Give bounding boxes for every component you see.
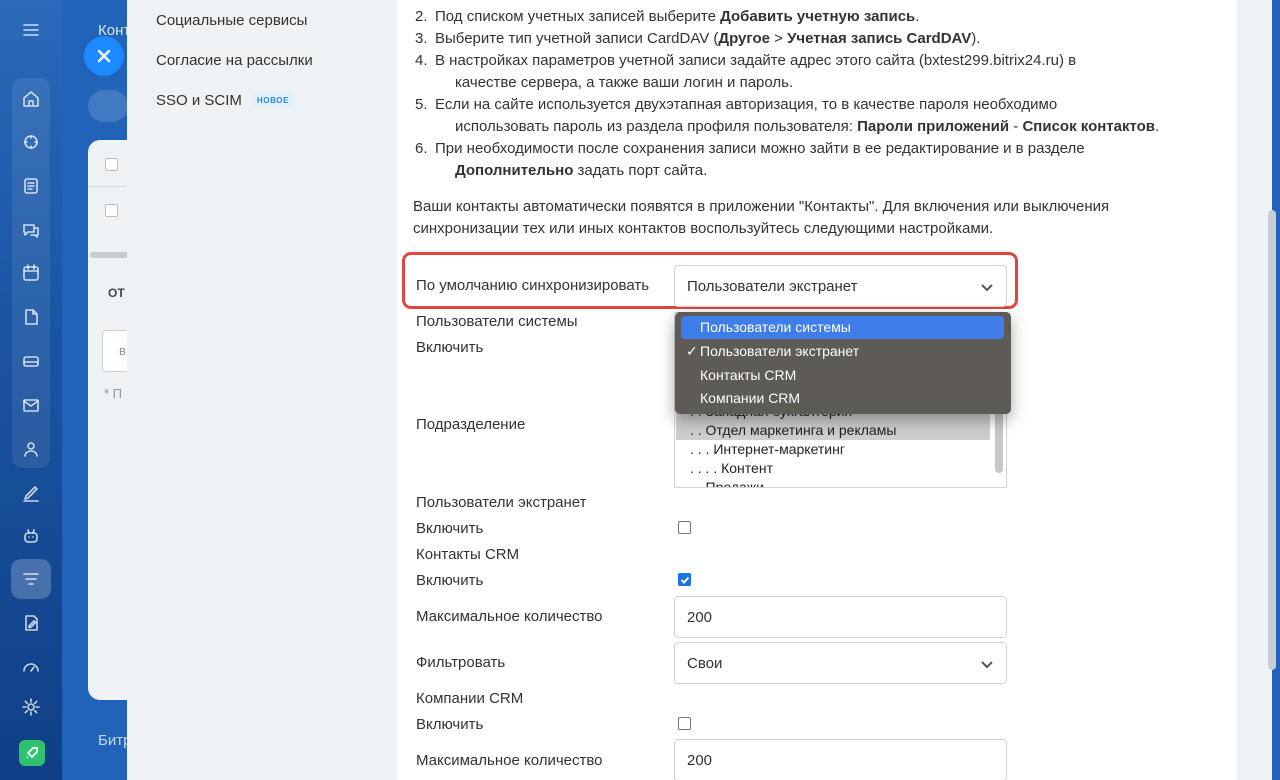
default-sync-value: Пользователи экстранет [687, 278, 858, 295]
crm-contacts-enable-checkbox[interactable] [678, 573, 691, 586]
drive-icon[interactable] [19, 349, 43, 373]
sign-icon[interactable] [19, 481, 43, 505]
crm-companies-enable-label: Включить [416, 716, 484, 733]
crm-contacts-max-label: Максимальное количество [416, 608, 603, 625]
crm-companies-max-value: 200 [687, 752, 713, 769]
mail-icon[interactable] [19, 393, 43, 417]
extranet-enable-label: Включить [416, 520, 484, 537]
home-icon[interactable] [19, 87, 43, 111]
department-option[interactable]: . . Отдел маркетинга и рекламы [676, 421, 990, 440]
crm-contacts-max-value: 200 [687, 609, 713, 626]
instruction-step-5: 5. Если на сайте используется двухэтапная… [415, 96, 1058, 113]
dropdown-option-crm-contacts[interactable]: Контакты CRM [681, 364, 1004, 387]
close-icon [97, 49, 111, 63]
instruction-step-2: 2. Под списком учетных записей выберите Д… [415, 8, 920, 25]
dropdown-option-extranet-users[interactable]: ✓ Пользователи экстранет [681, 340, 1004, 363]
instruction-step-4: 4. В настройках параметров учетной записи… [415, 52, 1077, 69]
background-checkbox [105, 158, 118, 171]
settings-sidebar: Социальные сервисы Согласие на рассылки … [127, 0, 397, 780]
crm-contacts-filter-value: Свои [687, 655, 723, 672]
sidebar-item-sso-scim[interactable]: SSO и SCIM НОВОЕ [156, 92, 297, 109]
background-input-placeholder: в [119, 343, 126, 358]
chevron-down-icon [980, 657, 994, 671]
department-option[interactable]: . . . Интернет-маркетинг [676, 440, 990, 459]
filter-icon[interactable] [19, 567, 43, 591]
dropdown-option-system-users[interactable]: Пользователи системы [681, 316, 1004, 339]
chat-icon[interactable] [19, 218, 43, 242]
sidebar-item-social-services[interactable]: Социальные сервисы [156, 12, 307, 29]
background-note: * П [104, 386, 123, 401]
settings-icon[interactable] [19, 695, 43, 719]
crm-contacts-filter-select[interactable]: Свои [674, 642, 1007, 684]
feed-icon[interactable] [19, 130, 43, 154]
edit-doc-icon[interactable] [19, 611, 43, 635]
page-scrollbar[interactable] [1268, 210, 1276, 670]
extranet-enable-checkbox[interactable] [678, 521, 691, 534]
crm-contacts-heading: Контакты CRM [416, 546, 520, 563]
default-sync-select[interactable]: Пользователи экстранет [674, 265, 1007, 307]
check-icon: ✓ [686, 343, 698, 359]
new-badge: НОВОЕ [249, 93, 297, 108]
instruction-step-4-cont: качестве сервера, а также ваши логин и п… [455, 74, 794, 91]
app-rail [0, 0, 62, 780]
menu-icon[interactable] [19, 18, 43, 42]
contacts-icon[interactable] [19, 437, 43, 461]
extranet-heading: Пользователи экстранет [416, 494, 587, 511]
copilot-icon[interactable] [19, 524, 43, 548]
tasks-icon[interactable] [19, 174, 43, 198]
background-pill [88, 90, 128, 122]
rocket-icon[interactable] [19, 740, 45, 766]
calendar-icon[interactable] [19, 261, 43, 285]
department-option[interactable]: . . . . Контент [676, 459, 990, 478]
instruction-step-6: 6. При необходимости после сохранения зап… [415, 140, 1085, 157]
department-option[interactable]: . . Продажи [676, 478, 990, 487]
instruction-step-6-cont: Дополнительно задать порт сайта. [455, 162, 708, 179]
system-users-enable-label: Включить [416, 339, 484, 356]
sidebar-item-label: SSO и SCIM [156, 92, 242, 109]
documents-icon[interactable] [19, 305, 43, 329]
instruction-step-3: 3. Выберите тип учетной записи CardDAV (Д… [415, 30, 981, 47]
speed-icon[interactable] [19, 655, 43, 679]
crm-companies-max-label: Максимальное количество [416, 752, 603, 769]
crm-companies-enable-checkbox[interactable] [678, 717, 691, 730]
chevron-down-icon [980, 280, 994, 294]
crm-contacts-enable-label: Включить [416, 572, 484, 589]
crm-companies-heading: Компании CRM [416, 690, 524, 707]
crm-companies-max-input[interactable]: 200 [674, 739, 1007, 780]
default-sync-label: По умолчанию синхронизировать [416, 277, 650, 294]
crm-contacts-filter-label: Фильтровать [416, 654, 506, 671]
background-table-header: ОТ [108, 286, 125, 300]
dropdown-option-crm-companies[interactable]: Компании CRM [681, 387, 1004, 410]
background-checkbox [105, 204, 118, 217]
system-users-heading: Пользователи системы [416, 313, 578, 330]
department-label: Подразделение [416, 416, 526, 433]
crm-contacts-max-input[interactable]: 200 [674, 596, 1007, 638]
instruction-step-5-cont: использовать пароль из раздела профиля п… [455, 118, 1160, 135]
sidebar-item-mailing-consent[interactable]: Согласие на рассылки [156, 52, 313, 69]
default-sync-dropdown: Пользователи системы ✓ Пользователи экстр… [675, 312, 1011, 414]
sync-description: Ваши контакты автоматически появятся в п… [413, 198, 1110, 237]
checkmark-icon [680, 576, 690, 584]
close-slider-button[interactable] [84, 36, 124, 76]
